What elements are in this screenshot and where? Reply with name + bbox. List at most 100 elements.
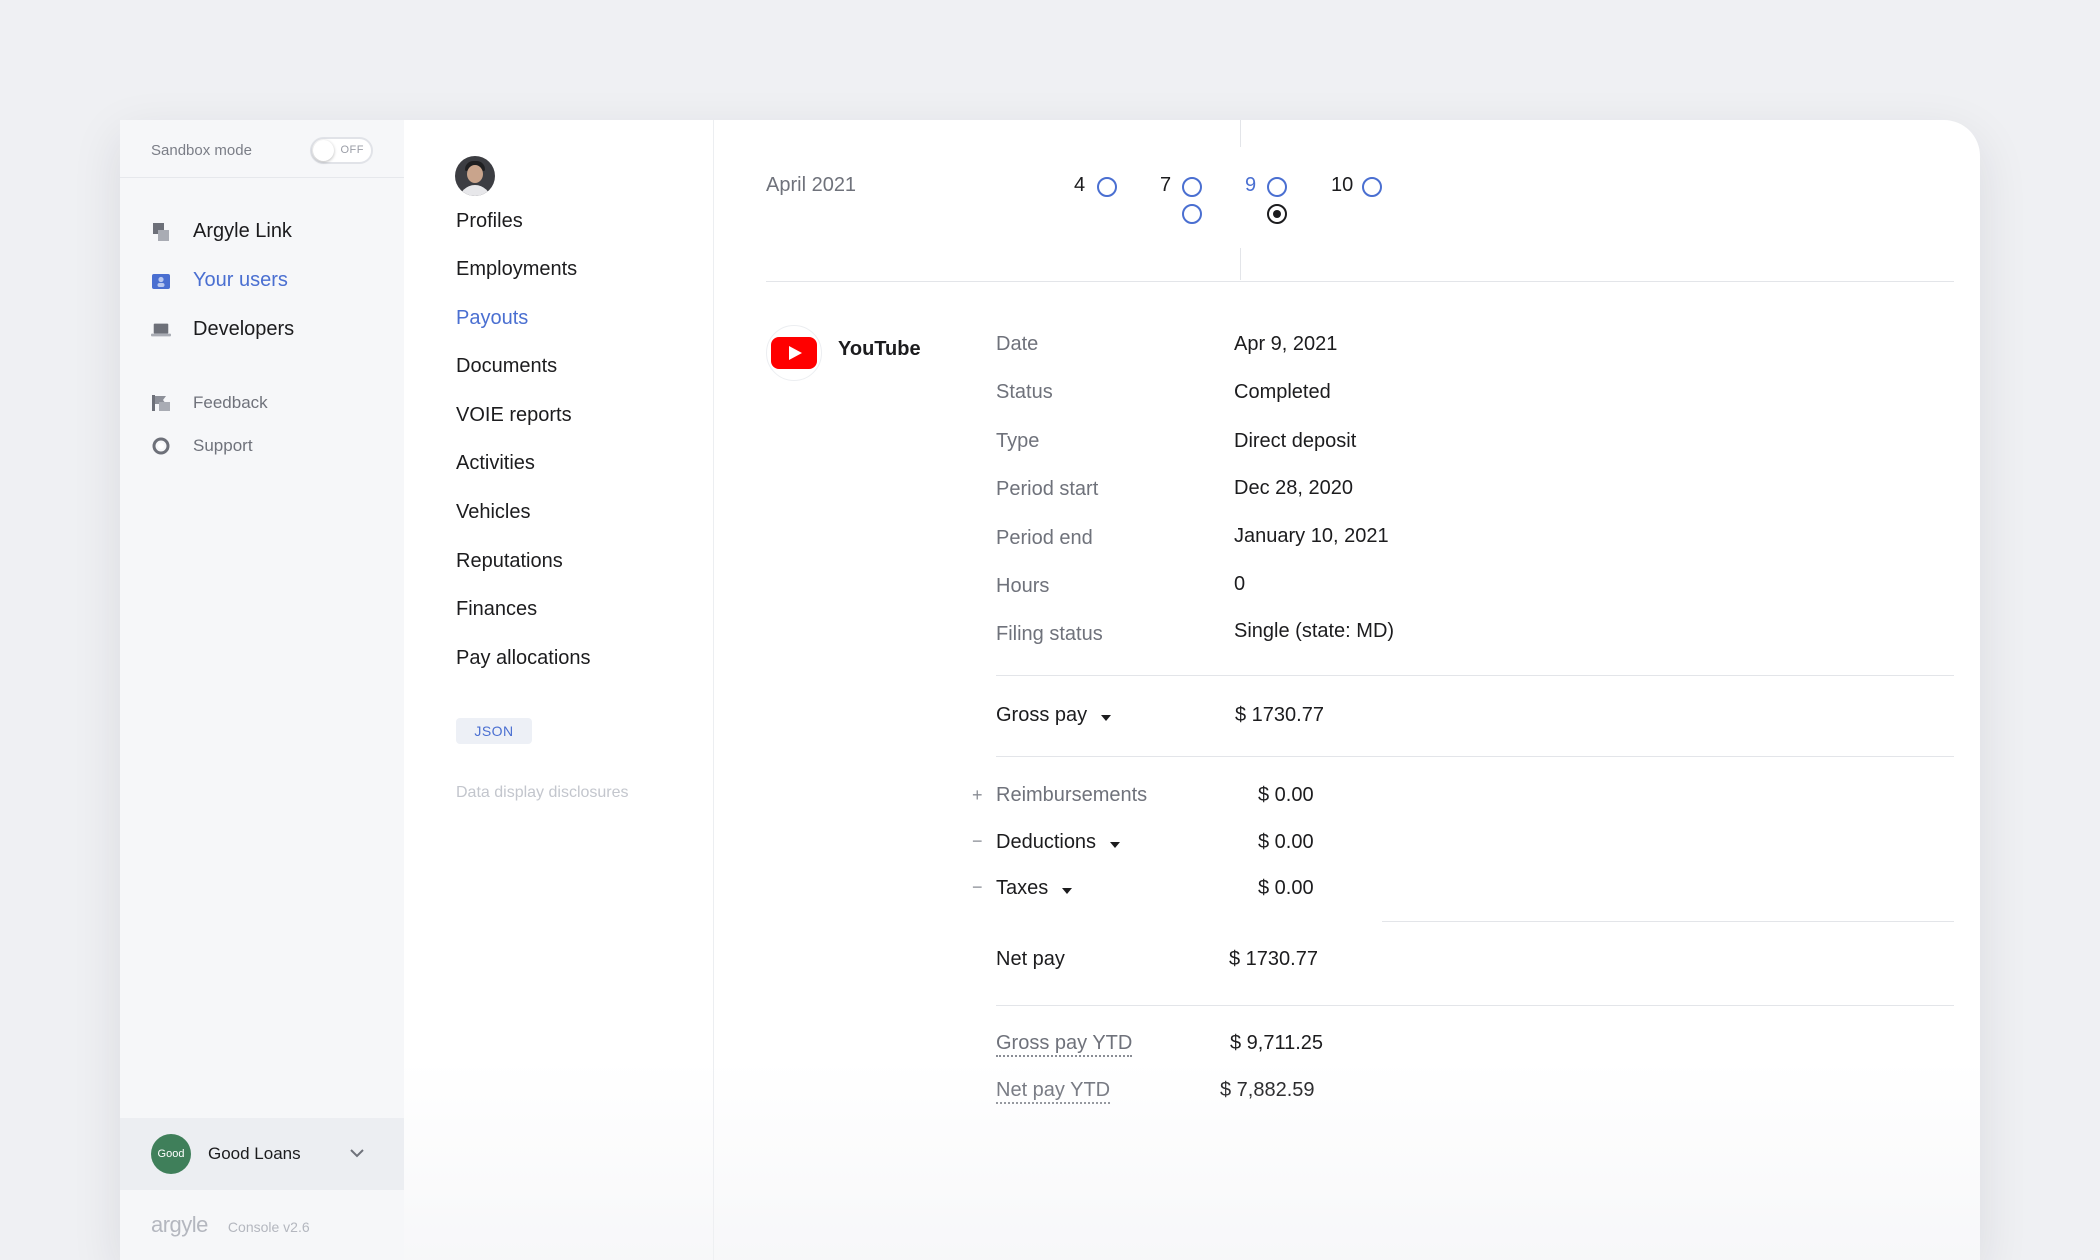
sidebar-item-label: Feedback: [193, 393, 268, 412]
payout-radio-selected[interactable]: [1267, 204, 1287, 224]
day-4: 4: [1074, 174, 1090, 197]
gross-pay-ytd-label[interactable]: Gross pay YTD: [996, 1031, 1133, 1057]
section-divider: [996, 675, 1954, 676]
nav-item-finances[interactable]: Finances: [456, 598, 537, 621]
payout-radio[interactable]: [1267, 177, 1287, 197]
detail-value: Single (state: MD): [1234, 620, 1395, 642]
console-window: Sandbox mode OFF Argyle Link Your users …: [120, 120, 1980, 1260]
youtube-play-icon: [771, 337, 817, 369]
user-avatar[interactable]: [455, 156, 495, 196]
reimbursements-value: $ 0.00: [1258, 784, 1314, 806]
detail-value: 0: [1234, 573, 1246, 595]
toggle-state-text: OFF: [340, 143, 364, 156]
detail-label: Date: [996, 333, 1039, 355]
gross-pay-toggle[interactable]: Gross pay: [996, 704, 1112, 727]
net-pay-ytd-label[interactable]: Net pay YTD: [996, 1078, 1111, 1104]
minus-icon: −: [972, 877, 983, 897]
section-divider: [996, 756, 1954, 757]
users-icon: [151, 271, 171, 291]
payout-radio[interactable]: [1182, 177, 1202, 197]
detail-value: Dec 28, 2020: [1234, 477, 1353, 499]
section-divider: [996, 1005, 1954, 1006]
user-data-nav: Profiles Employments Payouts Documents V…: [404, 120, 714, 1260]
link-stack-icon: [151, 222, 171, 242]
deductions-value: $ 0.00: [1258, 831, 1314, 853]
sidebar-divider: [120, 177, 404, 178]
nav-item-payouts[interactable]: Payouts: [456, 307, 528, 330]
data-display-disclosures-link[interactable]: Data display disclosures: [456, 784, 629, 802]
taxes-toggle[interactable]: Taxes: [996, 877, 1073, 900]
reimbursements-label: Reimbursements: [996, 784, 1148, 806]
sidebar: Sandbox mode OFF Argyle Link Your users …: [120, 120, 404, 1260]
sidebar-item-your-users[interactable]: Your users: [151, 269, 288, 292]
gross-pay-ytd-value: $ 9,711.25: [1230, 1032, 1324, 1054]
sidebar-item-feedback[interactable]: Feedback: [151, 393, 268, 413]
detail-value: Completed: [1234, 381, 1331, 403]
sidebar-item-label: Your users: [193, 269, 288, 291]
payout-radio[interactable]: [1182, 204, 1202, 224]
taxes-value: $ 0.00: [1258, 877, 1314, 899]
gross-pay-label: Gross pay: [996, 704, 1088, 726]
nav-item-employments[interactable]: Employments: [456, 258, 577, 281]
detail-label: Hours: [996, 575, 1050, 597]
detail-label: Period start: [996, 478, 1099, 500]
timeline-divider: [1240, 120, 1241, 147]
sidebar-item-developers[interactable]: Developers: [151, 318, 294, 341]
org-name: Good Loans: [208, 1144, 301, 1163]
youtube-logo: [766, 325, 822, 381]
nav-item-profiles[interactable]: Profiles: [456, 210, 523, 233]
payout-radio[interactable]: [1097, 177, 1117, 197]
caret-down-icon: [1101, 714, 1112, 721]
nav-item-documents[interactable]: Documents: [456, 355, 557, 378]
console-version: Console v2.6: [227, 1219, 310, 1235]
day-number: 9: [1245, 174, 1257, 196]
employer-name: YouTube: [838, 338, 921, 360]
sidebar-item-label: Developers: [193, 318, 295, 340]
argyle-logo: argyle: [151, 1212, 208, 1237]
net-pay-label: Net pay: [996, 948, 1065, 970]
organization-switcher[interactable]: Good Good Loans: [120, 1118, 404, 1190]
nav-item-vehicles[interactable]: Vehicles: [456, 501, 531, 524]
sandbox-mode-row: Sandbox mode OFF: [151, 134, 373, 166]
nav-item-reputations[interactable]: Reputations: [456, 550, 563, 573]
detail-label: Period end: [996, 527, 1093, 549]
sandbox-mode-toggle[interactable]: OFF: [310, 136, 373, 164]
taxes-label: Taxes: [996, 877, 1049, 899]
sidebar-item-argyle-link[interactable]: Argyle Link: [151, 220, 292, 243]
day-number: 4: [1074, 174, 1086, 196]
avatar-face: [467, 165, 483, 183]
org-avatar: Good: [151, 1134, 191, 1174]
nav-item-activities[interactable]: Activities: [456, 452, 535, 475]
day-number: 10: [1331, 174, 1354, 196]
day-7: 7: [1160, 174, 1176, 197]
footer-brand: argyle Console v2.6: [151, 1212, 310, 1238]
sidebar-item-label: Argyle Link: [193, 220, 292, 242]
plus-icon: +: [972, 785, 983, 805]
gross-pay-value: $ 1730.77: [1235, 704, 1324, 726]
deductions-label: Deductions: [996, 831, 1097, 853]
net-pay-ytd-value: $ 7,882.59: [1220, 1079, 1315, 1101]
minus-icon: −: [972, 831, 983, 851]
payout-detail: April 2021 4 7 9 10 YouTube Date Apr 9, …: [714, 120, 1980, 1260]
detail-value: January 10, 2021: [1234, 525, 1389, 547]
caret-down-icon: [1110, 841, 1121, 848]
nav-item-voie-reports[interactable]: VOIE reports: [456, 404, 572, 427]
timeline-bottom-divider: [766, 281, 1954, 282]
detail-label: Status: [996, 381, 1053, 403]
sum-divider: [1382, 921, 1954, 922]
day-9: 9: [1245, 174, 1261, 197]
payout-radio[interactable]: [1362, 177, 1382, 197]
nav-item-pay-allocations[interactable]: Pay allocations: [456, 647, 591, 670]
support-ring-icon: [151, 436, 171, 456]
timeline-divider: [1240, 248, 1241, 280]
detail-value: Direct deposit: [1234, 430, 1357, 452]
sidebar-item-support[interactable]: Support: [151, 436, 253, 456]
net-pay-value: $ 1730.77: [1229, 948, 1318, 970]
day-number: 7: [1160, 174, 1172, 196]
laptop-icon: [151, 320, 171, 340]
day-10: 10: [1331, 174, 1358, 197]
json-button[interactable]: JSON: [456, 718, 532, 744]
toggle-knob: [313, 139, 334, 161]
deductions-toggle[interactable]: Deductions: [996, 831, 1121, 854]
feedback-flag-icon: [151, 393, 171, 413]
